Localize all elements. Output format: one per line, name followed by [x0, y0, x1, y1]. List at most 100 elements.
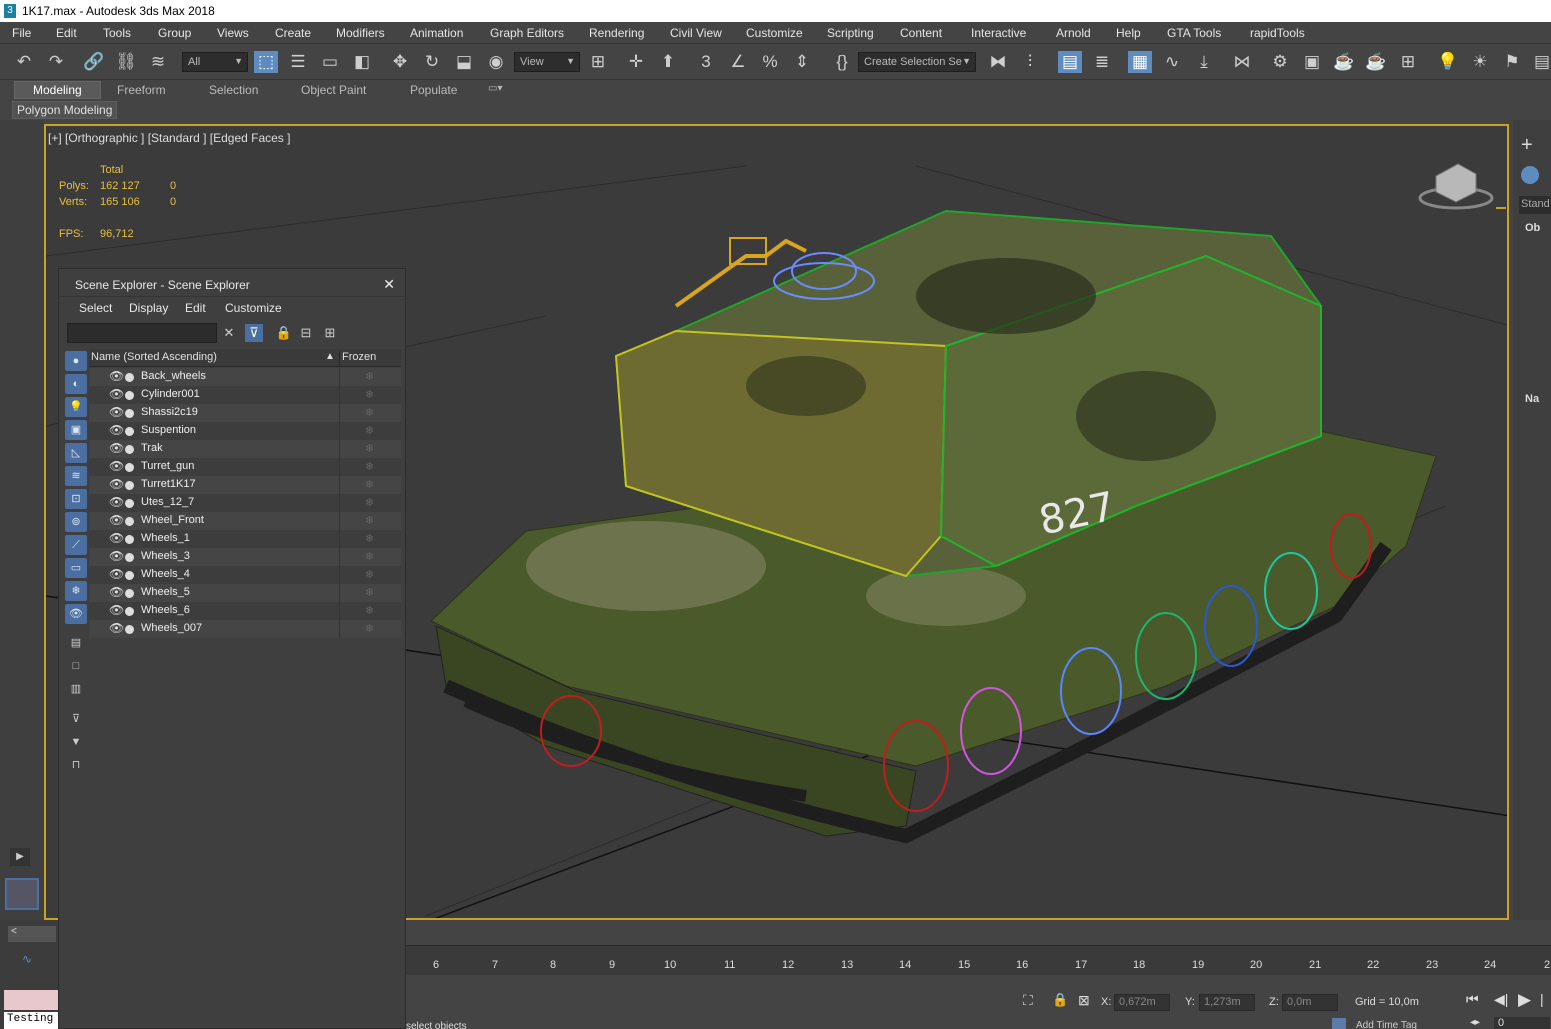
edit-named-selection-icon[interactable]: {} [830, 51, 854, 73]
scene-row[interactable]: 👁 Wheels_3 ❄ [89, 548, 401, 566]
tab-object-paint[interactable]: Object Paint [301, 83, 366, 97]
schematic-view-icon[interactable]: ⋈ [1230, 51, 1254, 73]
hierarchy-icon[interactable]: ⊟ [297, 324, 315, 342]
previous-frame-icon[interactable]: ◀| [1494, 991, 1508, 1008]
scroll-left-icon[interactable]: < [8, 926, 56, 942]
spacewarp-filter-icon[interactable]: ≋ [65, 466, 87, 486]
menu-file[interactable]: File [12, 26, 31, 40]
selection-lock-icon[interactable]: 🔒 [1052, 992, 1068, 1008]
name-color-rollout[interactable]: Na [1525, 393, 1539, 405]
frozen-icon[interactable]: ❄ [365, 622, 374, 635]
menu-interactive[interactable]: Interactive [971, 26, 1026, 40]
menu-group[interactable]: Group [158, 26, 191, 40]
next-frame-icon[interactable]: | [1540, 991, 1544, 1007]
curve-editor-icon[interactable]: ∿ [1160, 51, 1184, 73]
dope-sheet-icon[interactable]: ⤓ [1192, 51, 1216, 73]
render-iterative-icon[interactable]: ⊞ [1396, 51, 1420, 73]
visibility-eye-icon[interactable]: 👁 [109, 495, 124, 509]
menu-create[interactable]: Create [275, 26, 311, 40]
frozen-icon[interactable]: ❄ [365, 568, 374, 581]
object-type-dropdown[interactable]: Stand [1519, 196, 1551, 214]
absolute-mode-icon[interactable]: ⊠ [1078, 992, 1090, 1009]
visibility-eye-icon[interactable]: 👁 [109, 405, 124, 419]
angle-snap-icon[interactable]: ∠ [726, 51, 750, 73]
isolate-selection-icon[interactable]: ⛶ [1023, 992, 1033, 1009]
render-dot-icon[interactable] [125, 391, 134, 400]
display-none-icon[interactable]: □ [65, 656, 87, 676]
render-dot-icon[interactable] [125, 499, 134, 508]
scene-row[interactable]: 👁 Turret_gun ❄ [89, 458, 401, 476]
selection-set-icon[interactable]: ⊓ [65, 755, 87, 775]
frozen-icon[interactable]: ❄ [365, 424, 374, 437]
toggle-scene-explorer-icon[interactable]: ▤ [1058, 51, 1082, 73]
current-frame-field[interactable]: 0 [1494, 1017, 1550, 1029]
play-icon[interactable]: ▶ [1518, 990, 1531, 1010]
keyboard-shortcut-override-icon[interactable]: ⬆ [656, 51, 680, 73]
clear-search-icon[interactable]: ✕ [220, 324, 238, 342]
align-icon[interactable]: ⫶ [1018, 51, 1042, 73]
render-dot-icon[interactable] [125, 409, 134, 418]
select-object-icon[interactable]: ⬚ [254, 51, 278, 73]
menu-rapidtools[interactable]: rapidTools [1250, 26, 1305, 40]
bone-filter-icon[interactable]: ⟋ [65, 535, 87, 555]
frozen-icon[interactable]: ❄ [365, 586, 374, 599]
render-dot-icon[interactable] [125, 481, 134, 490]
column-frozen-header[interactable]: Frozen [339, 351, 376, 367]
column-name-header[interactable]: Name (Sorted Ascending) [91, 351, 217, 363]
scene-row[interactable]: 👁 Wheels_4 ❄ [89, 566, 401, 584]
menu-edit[interactable]: Edit [56, 26, 77, 40]
frozen-icon[interactable]: ❄ [365, 442, 374, 455]
lock-icon[interactable]: 🔒 [275, 324, 293, 342]
visibility-eye-icon[interactable]: 👁 [109, 459, 124, 473]
undo-icon[interactable]: ↶ [12, 51, 36, 73]
expand-arrow-icon[interactable]: ▶ [10, 848, 30, 866]
xref-filter-icon[interactable]: ⊚ [65, 512, 87, 532]
frozen-icon[interactable]: ❄ [365, 604, 374, 617]
frozen-filter-icon[interactable]: ❄ [65, 581, 87, 601]
render-production-icon[interactable]: ☕ [1364, 51, 1388, 73]
frame-step-icon[interactable]: ◂▸ [1470, 1017, 1480, 1028]
unlink-icon[interactable]: ⛓ [114, 51, 138, 73]
menu-customize[interactable]: Customize [746, 26, 803, 40]
frozen-icon[interactable]: ❄ [365, 496, 374, 509]
time-slider-track[interactable]: 6 7 8 9 10 11 12 13 14 15 16 17 18 19 20… [406, 945, 1551, 975]
geometry-filter-icon[interactable]: ● [65, 351, 87, 371]
scene-row[interactable]: 👁 Wheels_6 ❄ [89, 602, 401, 620]
menu-modifiers[interactable]: Modifiers [336, 26, 385, 40]
move-icon[interactable]: ✥ [388, 51, 412, 73]
render-setup-icon[interactable]: ▣ [1300, 51, 1324, 73]
filter-toggle-icon[interactable]: ▼ [65, 732, 87, 752]
redo-icon[interactable]: ↷ [44, 51, 68, 73]
maxscript-listener-pink[interactable] [4, 990, 58, 1010]
snaps-toggle-icon[interactable]: 3 [694, 51, 718, 73]
scene-row[interactable]: 👁 Back_wheels ❄ [89, 368, 401, 386]
scene-row[interactable]: 👁 Wheels_007 ❄ [89, 620, 401, 638]
visibility-eye-icon[interactable]: 👁 [109, 513, 124, 527]
x-coordinate-field[interactable]: 0,672m [1114, 994, 1170, 1011]
sun-icon[interactable]: ☀ [1468, 51, 1492, 73]
menu-content[interactable]: Content [900, 26, 942, 40]
display-all-icon[interactable]: ▤ [65, 633, 87, 653]
se-menu-display[interactable]: Display [129, 301, 168, 315]
camera-filter-icon[interactable]: ▣ [65, 420, 87, 440]
menu-help[interactable]: Help [1116, 26, 1141, 40]
hierarchy-expand-icon[interactable]: ⊞ [321, 324, 339, 342]
tab-modeling[interactable]: Modeling [14, 81, 101, 99]
scene-row[interactable]: 👁 Trak ❄ [89, 440, 401, 458]
light-icon[interactable]: 💡 [1436, 51, 1460, 73]
render-frame-icon[interactable]: ☕ [1332, 51, 1356, 73]
render-dot-icon[interactable] [125, 535, 134, 544]
rectangular-selection-icon[interactable]: ▭ [318, 51, 342, 73]
render-dot-icon[interactable] [125, 625, 134, 634]
time-tag-icon[interactable] [1332, 1018, 1346, 1029]
menu-tools[interactable]: Tools [103, 26, 131, 40]
mini-curve-icon[interactable]: ∿ [22, 952, 32, 966]
create-tab-icon[interactable]: + [1521, 134, 1533, 157]
percent-snap-icon[interactable]: % [758, 51, 782, 73]
bind-space-warp-icon[interactable]: ≋ [146, 51, 170, 73]
invert-display-icon[interactable]: ▥ [65, 679, 87, 699]
se-menu-edit[interactable]: Edit [185, 301, 206, 315]
render-dot-icon[interactable] [125, 607, 134, 616]
menu-views[interactable]: Views [217, 26, 249, 40]
geometry-icon[interactable] [1521, 166, 1539, 184]
